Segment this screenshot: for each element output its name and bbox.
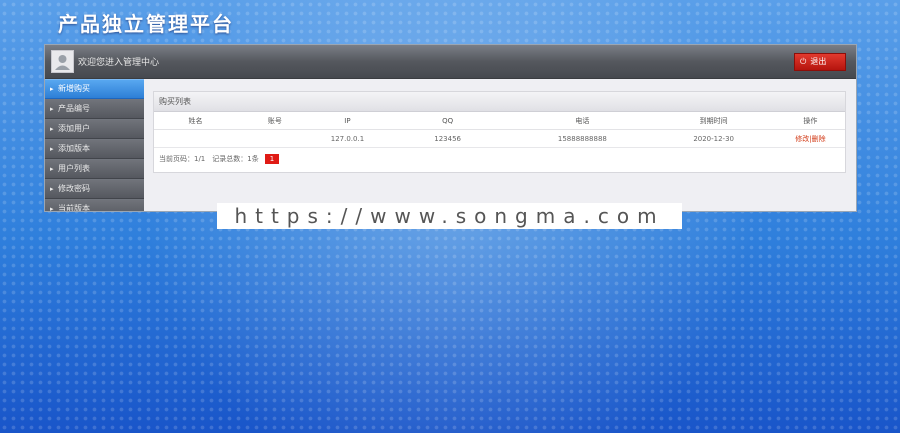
- column-header-action: 操作: [775, 112, 845, 130]
- welcome-text: 欢迎您进入管理中心: [78, 58, 160, 68]
- cell-name: [154, 129, 237, 148]
- column-header-name: 姓名: [154, 112, 237, 130]
- watermark-url: https://www.songma.com: [217, 203, 682, 229]
- chevron-right-icon: ▸: [50, 85, 54, 93]
- edit-delete-link[interactable]: 修改|删除: [795, 135, 825, 143]
- logout-label: 退出: [810, 57, 827, 66]
- user-avatar-icon: [51, 50, 74, 73]
- chevron-right-icon: ▸: [50, 145, 54, 153]
- sidebar-item-new-purchase[interactable]: ▸ 新增购买: [45, 79, 144, 99]
- page-button[interactable]: 1: [264, 154, 280, 164]
- logout-button[interactable]: ⏻ 退出: [794, 53, 846, 71]
- site-title: 产品独立管理平台: [58, 12, 234, 36]
- column-header-expire: 到期时间: [651, 112, 776, 130]
- chevron-right-icon: ▸: [50, 125, 54, 133]
- power-icon: ⏻: [800, 57, 807, 66]
- cell-action: 修改|删除: [775, 129, 845, 148]
- admin-panel: 欢迎您进入管理中心 ⏻ 退出 ▸ 新增购买 ▸ 产品编号 ▸ 添加用户 ▸ 添加版本 ▸ 用…: [44, 44, 857, 212]
- chevron-right-icon: ▸: [50, 165, 54, 173]
- sidebar-item-user-list[interactable]: ▸ 用户列表: [45, 159, 144, 179]
- chevron-right-icon: ▸: [50, 205, 54, 212]
- pager-text: 当前页码：1/1 记录总数：1条: [159, 155, 259, 163]
- table-row: 127.0.0.1 123456 15888888888 2020-12-30 …: [154, 129, 845, 148]
- sidebar-item-label: 添加版本: [58, 144, 90, 153]
- cell-account: [236, 129, 313, 148]
- column-header-account: 账号: [236, 112, 313, 130]
- purchase-table: 姓名 账号 IP QQ 电话 到期时间 操作 127.0.0.1 123456 …: [154, 112, 845, 148]
- chevron-right-icon: ▸: [50, 185, 54, 193]
- content-title: 购买列表: [154, 92, 845, 112]
- sidebar-item-change-password[interactable]: ▸ 修改密码: [45, 179, 144, 199]
- cell-qq: 123456: [382, 129, 514, 148]
- sidebar-item-label: 当前版本: [58, 204, 90, 212]
- table-header-row: 姓名 账号 IP QQ 电话 到期时间 操作: [154, 112, 845, 130]
- content-area: 购买列表 姓名 账号 IP QQ 电话 到期时间 操作 127.0.0.1 12…: [153, 91, 846, 173]
- chevron-right-icon: ▸: [50, 105, 54, 113]
- column-header-phone: 电话: [513, 112, 652, 130]
- sidebar-item-add-version[interactable]: ▸ 添加版本: [45, 139, 144, 159]
- sidebar-item-label: 添加用户: [58, 124, 90, 133]
- sidebar-item-current-version[interactable]: ▸ 当前版本: [45, 199, 144, 212]
- sidebar-item-label: 用户列表: [58, 164, 90, 173]
- sidebar-item-label: 新增购买: [58, 84, 90, 93]
- cell-phone: 15888888888: [513, 129, 652, 148]
- sidebar-item-product-code[interactable]: ▸ 产品编号: [45, 99, 144, 119]
- pager: 当前页码：1/1 记录总数：1条 1: [154, 148, 845, 165]
- sidebar-item-add-user[interactable]: ▸ 添加用户: [45, 119, 144, 139]
- column-header-qq: QQ: [382, 112, 514, 130]
- cell-ip: 127.0.0.1: [312, 129, 382, 148]
- sidebar-item-label: 修改密码: [58, 184, 90, 193]
- sidebar-item-label: 产品编号: [58, 104, 90, 113]
- sidebar: ▸ 新增购买 ▸ 产品编号 ▸ 添加用户 ▸ 添加版本 ▸ 用户列表 ▸ 修改密码 ▸ 当前版…: [45, 79, 144, 211]
- column-header-ip: IP: [312, 112, 382, 130]
- cell-expire: 2020-12-30: [651, 129, 776, 148]
- top-bar: 欢迎您进入管理中心 ⏻ 退出: [45, 45, 856, 79]
